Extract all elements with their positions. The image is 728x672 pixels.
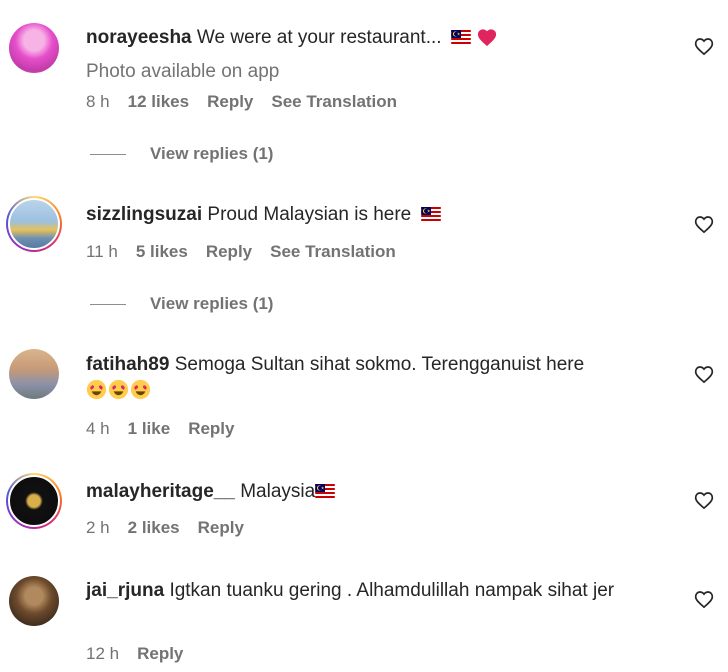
red-heart-emoji [478, 29, 497, 47]
comment-text: Proud Malaysian is here [207, 204, 412, 225]
comment-meta: 4 h 1 like Reply [86, 418, 234, 440]
see-translation-button[interactable]: See Translation [270, 241, 396, 263]
heart-outline-icon[interactable] [694, 589, 714, 609]
heart-outline-icon[interactable] [694, 490, 714, 510]
avatar-image [9, 349, 59, 399]
view-replies-button[interactable]: View replies (1) [90, 294, 273, 314]
view-replies-label: View replies (1) [150, 294, 274, 313]
username[interactable]: malayheritage__ [86, 481, 235, 502]
comment-text: Igtkan tuanku gering . Alhamdulillah nam… [169, 580, 615, 601]
timestamp: 8 h [86, 92, 110, 111]
username[interactable]: jai_rjuna [86, 580, 164, 601]
username[interactable]: fatihah89 [86, 354, 169, 375]
avatar[interactable] [6, 346, 62, 402]
divider-line [90, 153, 126, 155]
reply-button[interactable]: Reply [137, 643, 183, 665]
heart-eyes-emoji [130, 379, 151, 400]
view-replies-label: View replies (1) [150, 144, 274, 163]
avatar-image [8, 475, 60, 527]
avatar-image [8, 198, 60, 250]
comment-text-block: fatihah89 Semoga Sultan sihat sokmo. Ter… [86, 352, 666, 404]
likes-count[interactable]: 5 likes [136, 241, 188, 263]
reply-button[interactable]: Reply [206, 241, 252, 263]
timestamp: 11 h [86, 242, 118, 261]
comment-meta: 8 h 12 likes Reply See Translation [86, 91, 397, 113]
likes-count[interactable]: 1 like [128, 418, 171, 440]
comment-meta: 11 h 5 likes Reply See Translation [86, 241, 396, 263]
username[interactable]: norayeesha [86, 27, 192, 48]
likes-count[interactable]: 2 likes [128, 517, 180, 539]
avatar-image [9, 23, 59, 73]
likes-count[interactable]: 12 likes [128, 91, 189, 113]
comment-text: Malaysia [240, 481, 316, 502]
comment-text: We were at your restaurant... [196, 27, 442, 48]
comment-text-block: norayeesha We were at your restaurant... [86, 25, 666, 51]
username[interactable]: sizzlingsuzai [86, 204, 202, 225]
see-translation-button[interactable]: See Translation [271, 91, 397, 113]
avatar-image [9, 576, 59, 626]
divider-line [90, 303, 126, 305]
reply-button[interactable]: Reply [188, 418, 234, 440]
comment-text: Semoga Sultan sihat sokmo. Terengganuist… [174, 354, 585, 375]
comment-text-block: jai_rjuna Igtkan tuanku gering . Alhamdu… [86, 578, 666, 604]
comment-text-block: sizzlingsuzai Proud Malaysian is here [86, 202, 666, 228]
comment-meta: 2 h 2 likes Reply [86, 517, 244, 539]
reply-button[interactable]: Reply [198, 517, 244, 539]
timestamp: 4 h [86, 419, 110, 438]
avatar[interactable] [6, 20, 62, 76]
malaysia-flag-emoji [451, 30, 471, 44]
malaysia-flag-emoji [315, 484, 335, 498]
photo-note: Photo available on app [86, 61, 280, 82]
avatar[interactable] [6, 196, 62, 252]
heart-outline-icon[interactable] [694, 36, 714, 56]
heart-eyes-emoji [108, 379, 129, 400]
comment-meta: 12 h Reply [86, 643, 183, 665]
timestamp: 12 h [86, 644, 120, 663]
timestamp: 2 h [86, 518, 110, 537]
malaysia-flag-emoji [421, 207, 441, 221]
comment-text-block: malayheritage__ Malaysia [86, 479, 666, 505]
avatar[interactable] [6, 573, 62, 629]
avatar[interactable] [6, 473, 62, 529]
heart-eyes-emoji [86, 379, 107, 400]
heart-outline-icon[interactable] [694, 364, 714, 384]
view-replies-button[interactable]: View replies (1) [90, 144, 273, 164]
reply-button[interactable]: Reply [207, 91, 253, 113]
heart-outline-icon[interactable] [694, 214, 714, 234]
